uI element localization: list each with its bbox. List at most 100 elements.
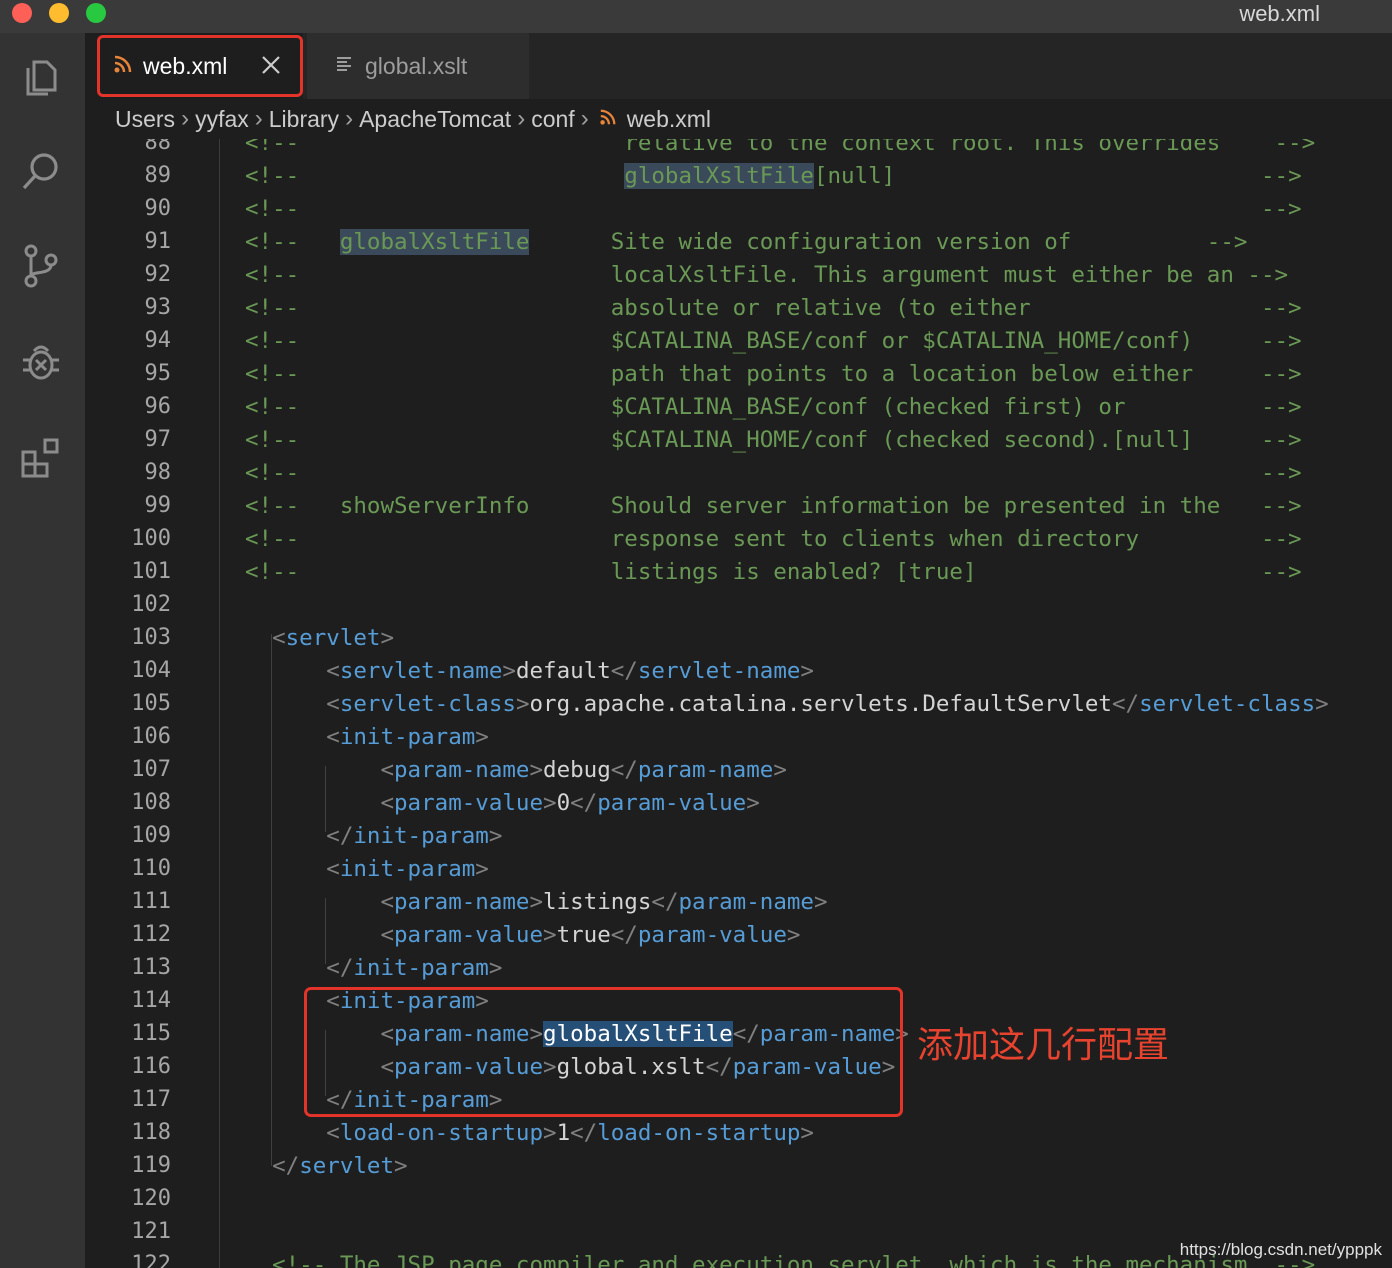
- code-text: <!-- absolute or relative (to either -->: [245, 294, 1302, 322]
- source-control-icon[interactable]: [14, 239, 68, 293]
- code-line[interactable]: 88 <!-- relative to the context root. Thi…: [85, 139, 1392, 160]
- code-line[interactable]: 111 <param-name>listings</param-name>: [85, 886, 1392, 919]
- xml-bracket: </: [245, 955, 354, 981]
- code-text: <!-- showServerInfo Should server inform…: [245, 492, 1302, 520]
- rss-file-icon: [599, 108, 617, 131]
- code-line[interactable]: 103 <servlet>: [85, 622, 1392, 655]
- xml-bracket: >: [380, 625, 395, 651]
- code-line[interactable]: 113 </init-param>: [85, 952, 1392, 985]
- code-editor[interactable]: 88 <!-- relative to the context root. Thi…: [85, 139, 1392, 1268]
- xml-bracket: >: [475, 724, 489, 750]
- xml-comment: <!-- showServerInfo Should server inform…: [245, 493, 1302, 519]
- code-line[interactable]: 102: [85, 589, 1392, 622]
- xml-tag-name: servlet-class: [1139, 691, 1316, 717]
- chevron-right-icon: ›: [345, 105, 354, 132]
- explorer-icon[interactable]: [14, 49, 68, 103]
- line-number: 92: [144, 262, 172, 287]
- xml-tag-name: param-value: [597, 790, 747, 816]
- code-line[interactable]: 95 <!-- path that points to a location be…: [85, 358, 1392, 391]
- code-line[interactable]: 92 <!-- localXsltFile. This argument must…: [85, 259, 1392, 292]
- chevron-right-icon: ›: [580, 105, 589, 132]
- code-line[interactable]: 109 </init-param>: [85, 820, 1392, 853]
- code-line[interactable]: 97 <!-- $CATALINA_HOME/conf (checked seco…: [85, 424, 1392, 457]
- extensions-icon[interactable]: [14, 431, 68, 485]
- line-number: 99: [144, 493, 172, 518]
- code-line[interactable]: 118 <load-on-startup>1</load-on-startup>: [85, 1117, 1392, 1150]
- xml-tag-name: servlet: [299, 1153, 395, 1179]
- code-line[interactable]: 106 <init-param>: [85, 721, 1392, 754]
- maximize-window-button[interactable]: [86, 3, 106, 23]
- xml-bracket: <: [245, 1120, 340, 1146]
- line-number: 98: [144, 460, 172, 485]
- chevron-right-icon: ›: [181, 105, 190, 132]
- xml-comment: <!-- $CATALINA_HOME/conf (checked second…: [245, 427, 1302, 453]
- xml-bracket: >: [543, 922, 557, 948]
- code-line[interactable]: 119 </servlet>: [85, 1150, 1392, 1183]
- debug-icon[interactable]: [14, 335, 68, 389]
- xml-tag-name: servlet: [285, 625, 381, 651]
- line-number: 117: [131, 1087, 171, 1112]
- breadcrumb-item-apachetomcat[interactable]: ApacheTomcat: [359, 106, 511, 133]
- xml-bracket: >: [813, 889, 828, 915]
- watermark: https://blog.csdn.net/ypppk: [1179, 1240, 1382, 1259]
- breadcrumb-item-library[interactable]: Library: [269, 106, 339, 133]
- code-line[interactable]: 99 <!-- showServerInfo Should server info…: [85, 490, 1392, 523]
- xml-comment: <!-- listings is enabled? [true] -->: [245, 559, 1302, 585]
- code-line[interactable]: 94 <!-- $CATALINA_BASE/conf or $CATALINA_…: [85, 325, 1392, 358]
- xml-bracket: >: [515, 691, 530, 717]
- line-number: 118: [131, 1120, 171, 1145]
- code-line[interactable]: 120: [85, 1183, 1392, 1216]
- code-line[interactable]: 90 <!-- -->: [85, 193, 1392, 226]
- xml-tag-name: servlet-name: [339, 658, 503, 684]
- xml-bracket: >: [488, 955, 503, 981]
- code-line[interactable]: 89 <!-- globalXsltFile[null] -->: [85, 160, 1392, 193]
- code-line[interactable]: 100 <!-- response sent to clients when di…: [85, 523, 1392, 556]
- code-text: <servlet>: [245, 624, 394, 652]
- xml-bracket: </: [570, 790, 598, 816]
- xml-bracket: >: [502, 658, 516, 684]
- xml-bracket: >: [488, 823, 503, 849]
- window-title: web.xml: [1239, 1, 1320, 26]
- code-line[interactable]: 107 <param-name>debug</param-name>: [85, 754, 1392, 787]
- code-line[interactable]: 110 <init-param>: [85, 853, 1392, 886]
- close-window-button[interactable]: [12, 3, 32, 23]
- added-lines-highlight-box: [304, 987, 903, 1117]
- line-number: 113: [131, 955, 171, 980]
- breadcrumb-item-yyfax[interactable]: yyfax: [195, 106, 249, 133]
- xml-text: org.apache.catalina.servlets.DefaultServ…: [529, 691, 1112, 717]
- xml-bracket: >: [529, 757, 544, 783]
- code-text: <load-on-startup>1</load-on-startup>: [245, 1119, 814, 1147]
- xml-tag-name: load-on-startup: [339, 1120, 544, 1146]
- xml-tag-name: init-param: [339, 856, 476, 882]
- breadcrumb-item-web-xml[interactable]: web.xml: [627, 106, 711, 133]
- code-line[interactable]: 105 <servlet-class>org.apache.catalina.s…: [85, 688, 1392, 721]
- xml-tag-name: servlet-name: [637, 658, 801, 684]
- xml-tag-name: load-on-startup: [597, 1120, 801, 1146]
- line-number: 121: [131, 1219, 171, 1244]
- line-number: 104: [131, 658, 171, 683]
- code-line[interactable]: 96 <!-- $CATALINA_BASE/conf (checked firs…: [85, 391, 1392, 424]
- code-line[interactable]: 91 <!-- globalXsltFile Site wide configur…: [85, 226, 1392, 259]
- line-number: 110: [131, 856, 171, 881]
- tab-highlight-box: [97, 35, 303, 97]
- breadcrumb-item-users[interactable]: Users: [115, 106, 175, 133]
- code-text: </servlet>: [245, 1152, 408, 1180]
- activity-bar: [0, 33, 85, 1268]
- code-line[interactable]: 112 <param-value>true</param-value>: [85, 919, 1392, 952]
- code-line[interactable]: 98 <!-- -->: [85, 457, 1392, 490]
- code-line[interactable]: 93 <!-- absolute or relative (to either -…: [85, 292, 1392, 325]
- line-number: 119: [131, 1153, 171, 1178]
- xml-text: debug: [543, 757, 611, 783]
- breadcrumb-item-conf[interactable]: conf: [531, 106, 574, 133]
- xml-bracket: </: [245, 1153, 300, 1179]
- code-line[interactable]: 108 <param-value>0</param-value>: [85, 787, 1392, 820]
- xml-bracket: >: [394, 1153, 408, 1179]
- breadcrumb: Users › yyfax › Library › ApacheTomcat ›…: [85, 99, 1392, 139]
- xml-comment: <!-- -->: [245, 196, 1302, 222]
- tab-global-xslt[interactable]: global.xslt: [307, 33, 529, 99]
- search-icon[interactable]: [14, 145, 68, 199]
- code-line[interactable]: 101 <!-- listings is enabled? [true] -->: [85, 556, 1392, 589]
- line-number: 109: [131, 823, 171, 848]
- code-line[interactable]: 104 <servlet-name>default</servlet-name>: [85, 655, 1392, 688]
- minimize-window-button[interactable]: [49, 3, 69, 23]
